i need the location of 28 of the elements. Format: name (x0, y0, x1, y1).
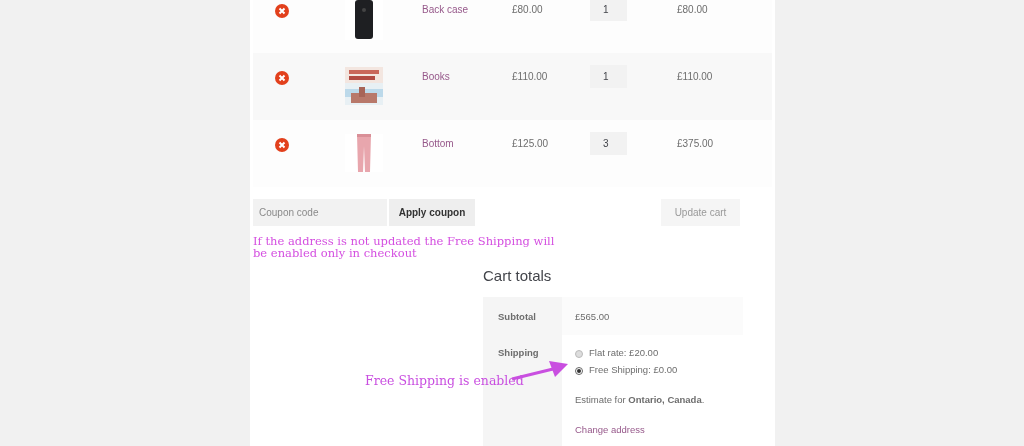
quantity-field[interactable]: 1 (590, 0, 627, 21)
annotation-note: If the address is not updated the Free Shipping will be enabled only in checkout (253, 235, 556, 259)
product-price: £110.00 (512, 70, 549, 84)
remove-icon[interactable] (275, 71, 289, 85)
product-link[interactable]: Bottom (422, 136, 512, 151)
radio-button[interactable] (575, 366, 583, 375)
shipping-label: Shipping (498, 347, 539, 358)
product-subtotal: £110.00 (677, 70, 713, 84)
product-price: £80.00 (512, 3, 544, 17)
product-subtotal: £80.00 (677, 3, 708, 17)
radio-button[interactable] (575, 349, 583, 358)
apply-coupon-button[interactable]: Apply coupon (389, 199, 475, 226)
remove-icon[interactable] (275, 138, 289, 152)
estimate-text: Estimate for Ontario, Canada. (575, 393, 705, 407)
shipping-option-label: Flat rate: £20.00 (589, 346, 659, 361)
shipping-option-label: Free Shipping: £0.00 (589, 363, 678, 378)
product-link[interactable]: Books (422, 69, 512, 84)
subtotal-value: £565.00 (575, 311, 610, 322)
subtotal-label: Subtotal (498, 311, 536, 322)
remove-icon[interactable] (275, 4, 289, 18)
cart-totals-heading: Cart totals (483, 266, 553, 285)
quantity-field[interactable]: 1 (590, 65, 627, 88)
product-price: £125.00 (512, 137, 550, 151)
quantity-field[interactable]: 3 (590, 132, 627, 155)
product-subtotal: £375.00 (677, 137, 714, 151)
coupon-field[interactable]: Coupon code (253, 199, 387, 226)
product-link[interactable]: Back case (422, 2, 512, 17)
change-address-link[interactable]: Change address (575, 423, 645, 438)
